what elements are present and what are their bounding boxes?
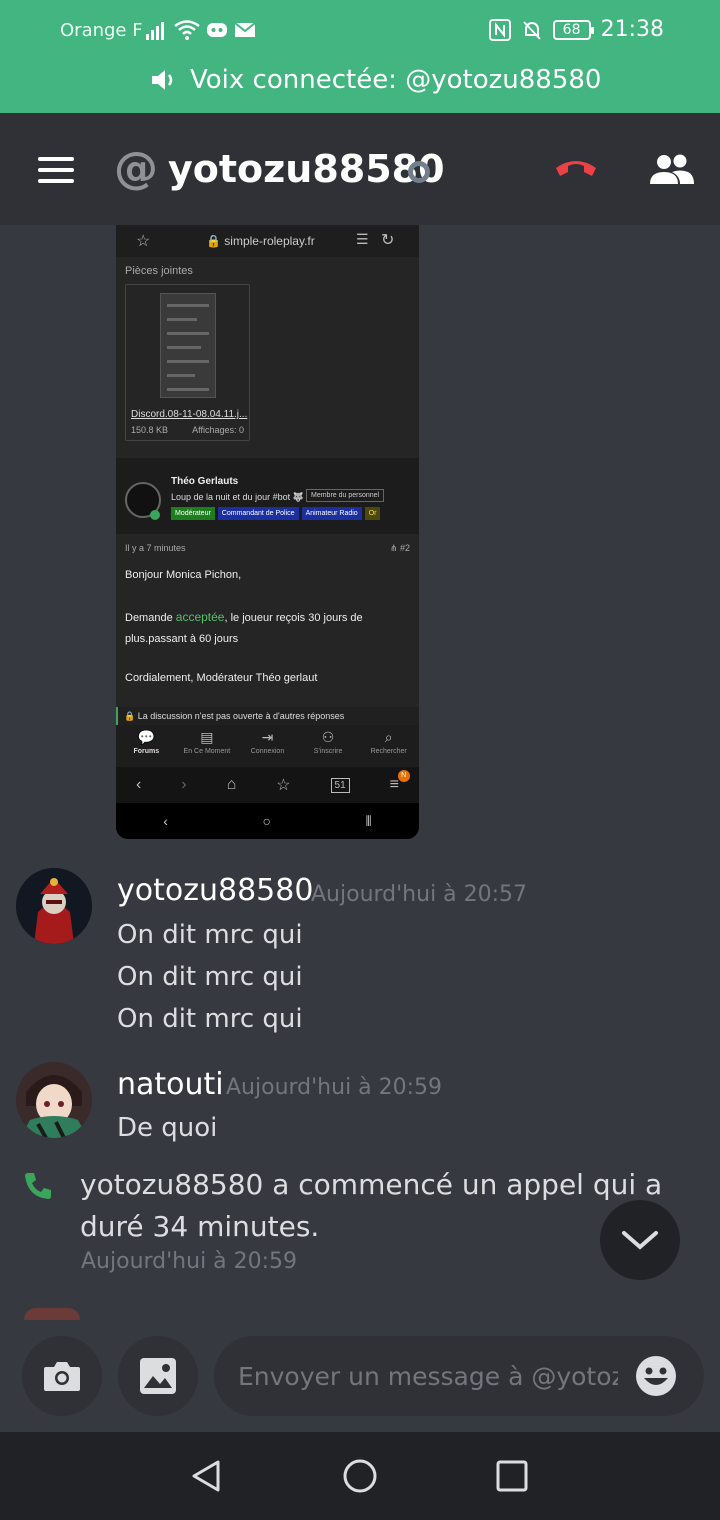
online-dot xyxy=(150,510,160,520)
bookmark-star-icon: ☆ xyxy=(136,233,151,250)
dm-at-icon: @ xyxy=(114,143,158,194)
image-icon xyxy=(140,1358,176,1394)
carrier-label: Orange F xyxy=(60,20,143,41)
inner-back-icon: ‹ xyxy=(163,813,168,829)
post-body: Bonjour Monica Pichon, Demande acceptée,… xyxy=(125,565,410,689)
speaker-icon xyxy=(152,70,173,90)
reload-icon: ↻ xyxy=(381,232,395,249)
role-badge: Animateur Radio xyxy=(301,507,362,520)
browser-forward-icon: › xyxy=(181,776,187,793)
voice-banner-area: Orange F 68 21:38 Voix connectée: @yotoz… xyxy=(0,0,720,113)
forum-nav-item: ⌕ Rechercher xyxy=(370,729,407,755)
attachment-size: 150.8 KB xyxy=(131,425,169,435)
staff-badge: Membre du personnel xyxy=(306,489,385,502)
signal-icon xyxy=(146,22,164,40)
reader-icon: ☰ xyxy=(356,231,369,247)
forum-nav-item: ⇥ Connexion xyxy=(250,729,285,755)
forum-nav: 💬 Forums ▤ En Ce Moment ⇥ Connexion ⚇ S'insc… xyxy=(116,725,419,767)
inner-system-nav: ‹ ○ ⦀ xyxy=(116,803,419,839)
post-author-name: Théo Gerlauts xyxy=(171,476,239,487)
back-icon[interactable] xyxy=(188,1458,224,1494)
message-input[interactable] xyxy=(238,1356,618,1396)
post-greeting: Bonjour Monica Pichon, xyxy=(125,569,242,581)
message-timestamp: Aujourd'hui à 20:59 xyxy=(226,1075,443,1100)
jump-to-bottom-button[interactable] xyxy=(600,1200,680,1280)
chevron-down-icon xyxy=(622,1231,658,1250)
mute-bell-icon xyxy=(522,20,541,40)
forum-nav-item: 💬 Forums xyxy=(133,729,160,755)
nfc-icon xyxy=(488,18,511,41)
forum-nav-item: ▤ En Ce Moment xyxy=(183,729,231,755)
post-author-block: Théo Gerlauts Loup de la nuit et du jour… xyxy=(116,458,419,534)
message-text[interactable]: De quoi xyxy=(117,1113,217,1143)
post-signature: Cordialement, Modérateur Théo gerlaut xyxy=(125,672,318,684)
post-number: ⋔ #2 xyxy=(389,543,410,553)
message-author[interactable]: yotozu88580 xyxy=(117,873,313,908)
browser-bookmarks-icon: ☆ xyxy=(276,777,291,794)
post-author-tagline: Loup de la nuit et du jour #bot 🐺 xyxy=(171,492,304,502)
browser-nav: ‹ › ⌂ ☆ 51 ≡ N xyxy=(116,767,419,803)
attachments-title: Pièces jointes xyxy=(125,265,193,277)
browser-back-icon: ‹ xyxy=(135,776,142,793)
browser-home-icon: ⌂ xyxy=(226,776,237,793)
status-icons xyxy=(146,20,256,40)
channel-title[interactable]: yotozu88580 xyxy=(168,147,445,191)
post-decision: Demande acceptée, le joueur reçois 30 jo… xyxy=(125,610,363,645)
phone-icon xyxy=(25,1173,51,1199)
role-badges: Modérateur Commandant de Police Animateu… xyxy=(171,507,381,520)
attachment-filename: Discord.08-11-08.04.11.j... xyxy=(131,409,248,420)
recents-icon[interactable] xyxy=(494,1458,530,1494)
message-composer xyxy=(0,1320,720,1432)
menu-icon[interactable] xyxy=(38,157,74,183)
voice-status-text: Voix connectée: @yotozu88580 xyxy=(190,65,602,95)
status-right: 68 21:38 xyxy=(488,17,664,42)
gallery-button[interactable] xyxy=(118,1336,198,1416)
presence-offline-icon xyxy=(408,161,430,183)
home-icon[interactable] xyxy=(342,1458,378,1494)
call-event-text: yotozu88580 a commencé un appel qui a du… xyxy=(80,1168,663,1243)
inner-home-icon: ○ xyxy=(262,813,271,829)
attachment-card: Discord.08-11-08.04.11.j... 150.8 KB Aff… xyxy=(125,284,250,441)
inner-recents-icon: ⦀ xyxy=(365,812,372,829)
channel-header: @ yotozu88580 xyxy=(0,113,720,225)
avatar xyxy=(24,1308,80,1320)
attachment-views: Affichages: 0 xyxy=(192,425,244,435)
role-badge: Or xyxy=(364,507,381,520)
role-badge: Modérateur xyxy=(171,507,215,520)
message-text[interactable]: On dit mrc qui xyxy=(117,920,303,950)
camera-icon xyxy=(44,1362,80,1391)
wifi-icon xyxy=(174,20,200,40)
message-text[interactable]: On dit mrc qui xyxy=(117,962,303,992)
browser-url-bar: ☆ 🔒 simple-roleplay.fr ☰ ↻ xyxy=(116,225,419,257)
message-timestamp: Aujourd'hui à 20:57 xyxy=(311,882,528,907)
clock: 21:38 xyxy=(600,17,664,42)
forum-nav-item: ⚇ S'inscrire xyxy=(313,729,343,755)
browser-tabs-icon: 51 xyxy=(330,777,350,793)
discord-notif-icon xyxy=(207,23,227,37)
call-event-timestamp: Aujourd'hui à 20:59 xyxy=(81,1249,298,1274)
post-time: Il y a 7 minutes xyxy=(125,543,186,553)
message-text[interactable]: On dit mrc qui xyxy=(117,1004,303,1034)
locked-notice: 🔒 La discussion n'est pas ouverte à d'au… xyxy=(116,707,419,725)
role-badge: Commandant de Police xyxy=(217,507,299,520)
battery-indicator: 68 xyxy=(552,19,594,40)
mail-icon xyxy=(234,22,256,37)
attachment-thumbnail xyxy=(160,293,216,398)
message-input-wrapper xyxy=(214,1336,704,1416)
system-navigation-bar xyxy=(0,1432,720,1520)
camera-button[interactable] xyxy=(22,1336,102,1416)
message-author[interactable]: natouti xyxy=(117,1067,224,1102)
avatar[interactable] xyxy=(16,868,92,944)
image-attachment[interactable]: ☆ 🔒 simple-roleplay.fr ☰ ↻ Pièces jointe… xyxy=(116,225,419,839)
members-icon[interactable] xyxy=(648,150,696,190)
status-bar: Orange F 68 21:38 xyxy=(0,0,720,62)
browser-url: 🔒 simple-roleplay.fr xyxy=(206,234,315,248)
emoji-icon[interactable] xyxy=(634,1354,678,1398)
browser-menu-icon: ≡ N xyxy=(390,770,410,794)
voice-connected-banner[interactable]: Voix connectée: @yotozu88580 xyxy=(150,62,601,98)
avatar[interactable] xyxy=(16,1062,92,1138)
hangup-icon[interactable] xyxy=(552,148,600,188)
